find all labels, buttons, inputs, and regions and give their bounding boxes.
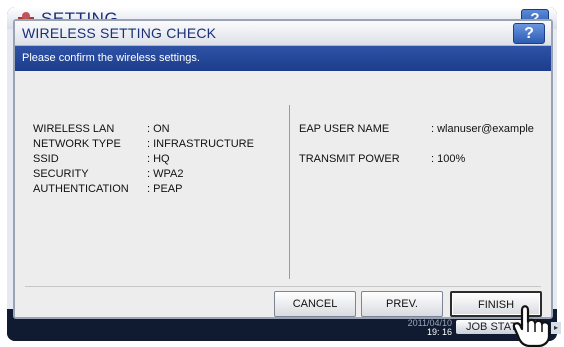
question-icon: ? — [524, 25, 534, 42]
clock-time: 19: 16 — [426, 327, 452, 337]
dialog-message: Please confirm the wireless settings. — [22, 52, 200, 64]
setting-value: : WPA2 — [147, 168, 184, 180]
wireless-setting-check-dialog: WIRELESS SETTING CHECK ? Please confirm … — [13, 19, 553, 319]
setting-value: : ON — [147, 123, 170, 135]
setting-value: : wlanuser@example — [431, 123, 534, 135]
column-divider — [289, 105, 290, 279]
prev-button[interactable]: PREV. — [361, 291, 443, 317]
setting-label: EAP USER NAME — [299, 123, 390, 135]
setting-label: AUTHENTICATION — [33, 183, 129, 195]
help-button[interactable]: ? — [513, 23, 545, 44]
setting-value: : HQ — [147, 153, 170, 165]
cancel-button[interactable]: CANCEL — [274, 291, 356, 317]
settings-panel: WIRELESS LAN : ON NETWORK TYPE : INFRAST… — [19, 77, 547, 285]
setting-value: : PEAP — [147, 183, 183, 195]
hand-pointer-icon — [512, 305, 551, 347]
message-bar: Please confirm the wireless settings. — [15, 46, 551, 71]
setting-label: WIRELESS LAN — [33, 123, 115, 135]
clock: 2011/04/10 19: 16 — [400, 319, 452, 337]
dialog-title-bar: WIRELESS SETTING CHECK ? — [15, 21, 551, 46]
dialog-title: WIRELESS SETTING CHECK — [22, 25, 217, 41]
setting-label: SECURITY — [33, 168, 89, 180]
setting-value: : 100% — [431, 153, 466, 165]
setting-label: TRANSMIT POWER — [299, 153, 400, 165]
button-separator — [25, 286, 541, 287]
setting-label: NETWORK TYPE — [33, 138, 121, 150]
setting-value: : INFRASTRUCTURE — [147, 138, 254, 150]
setting-label: SSID — [33, 153, 59, 165]
